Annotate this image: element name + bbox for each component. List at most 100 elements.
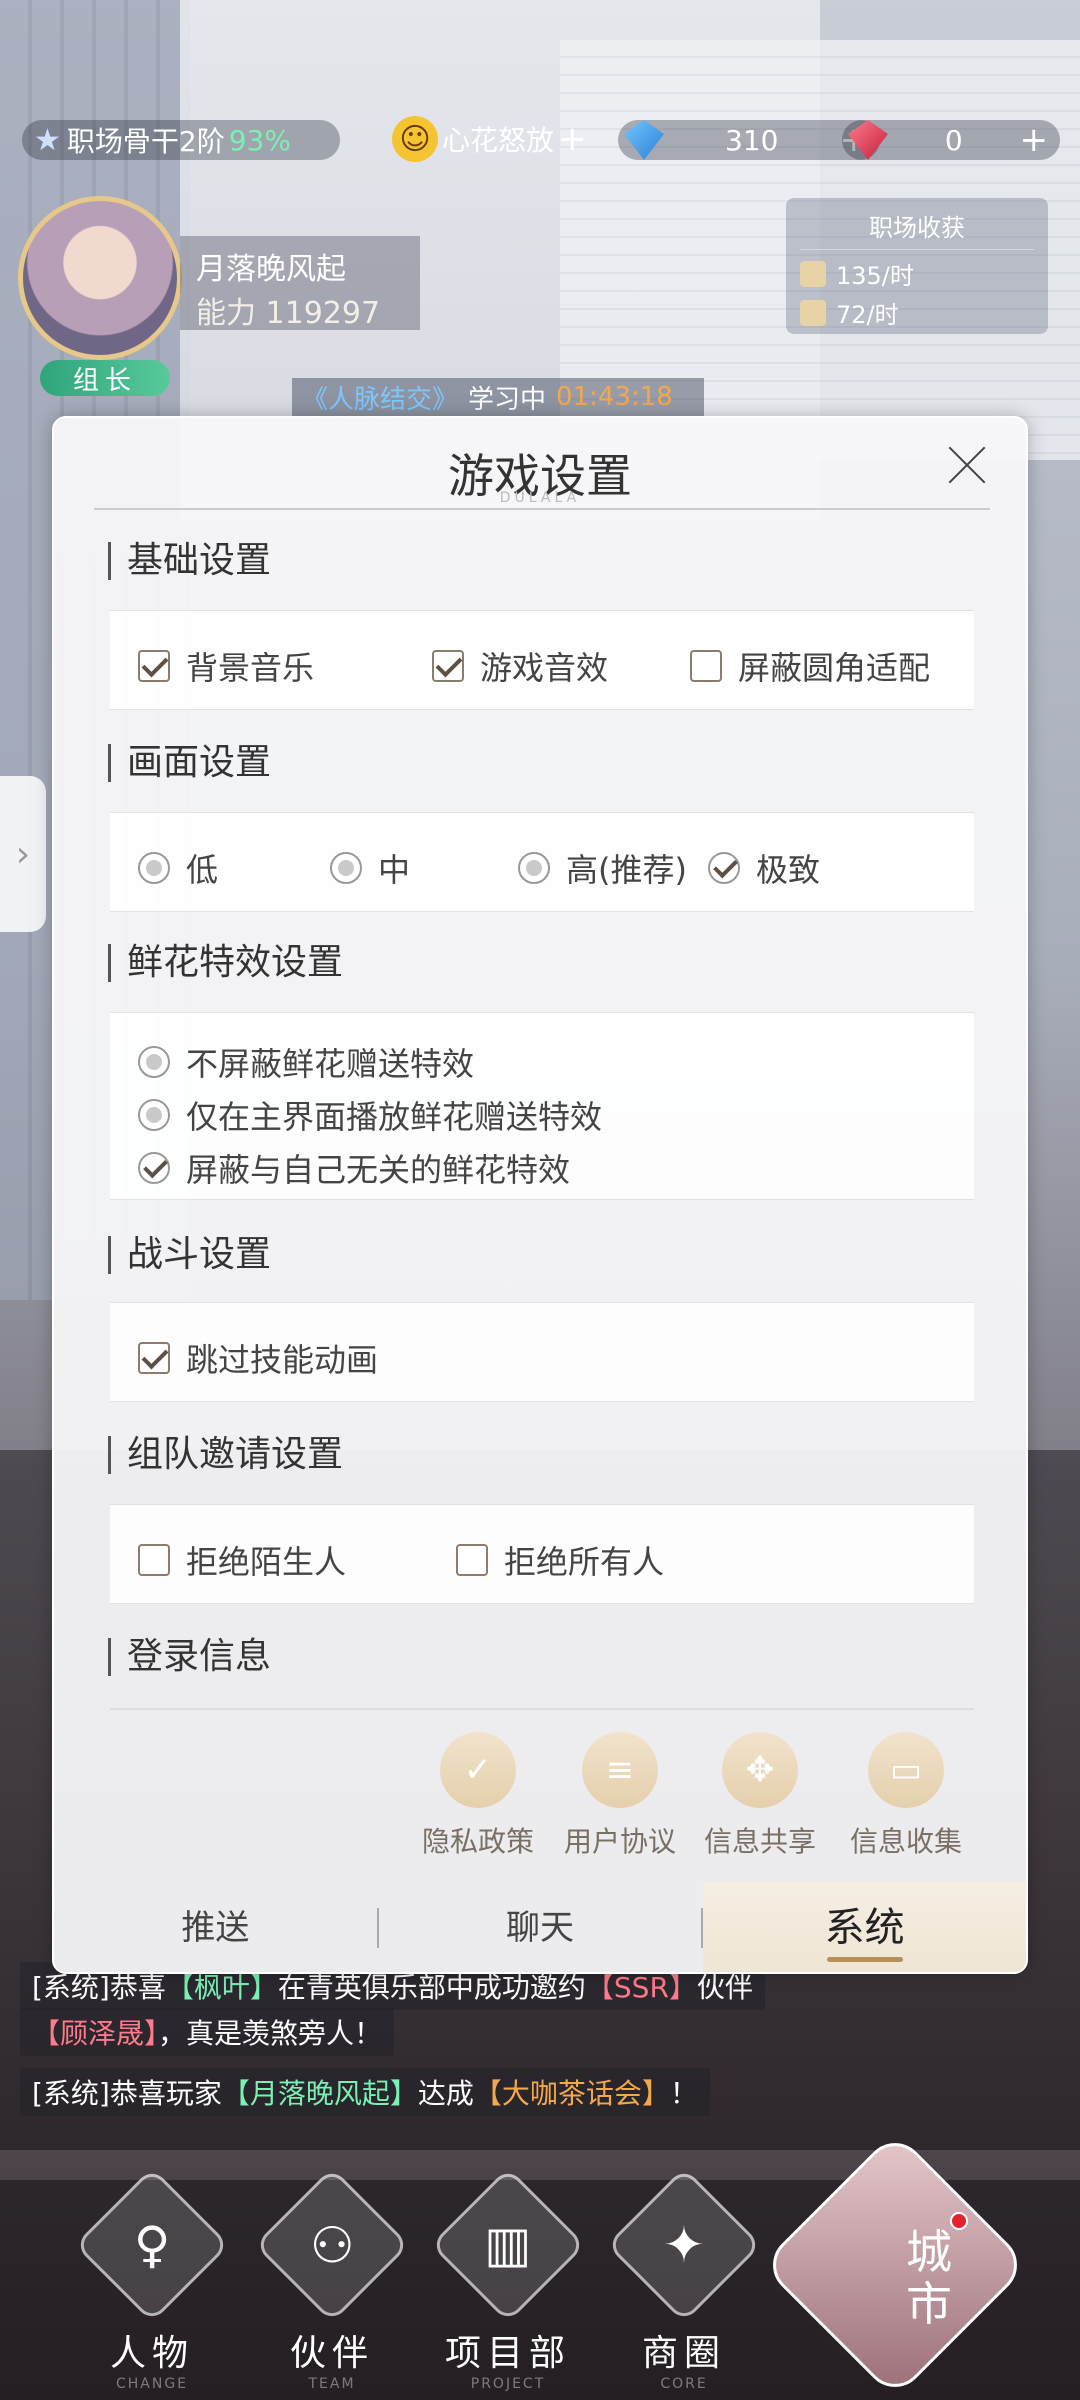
chevron-right-icon: › [15, 833, 31, 875]
harvest-rate-2: 72/时 [836, 301, 899, 329]
privacy-policy-button[interactable]: ✓ 隐私政策 [422, 1732, 534, 1860]
nav-label: 商圈 [641, 2333, 726, 2374]
option-label: 仅在主界面播放鲜花赠送特效 [186, 1098, 603, 1136]
option-bg-music[interactable]: 背景音乐 [138, 643, 314, 689]
dialog-tabs: 推送 聊天 系统 [54, 1882, 1026, 1972]
harvest-title: 职场收获 [800, 208, 1034, 250]
option-round-corner[interactable]: 屏蔽圆角适配 [690, 643, 930, 689]
side-expand-tab[interactable]: › [0, 776, 46, 932]
nav-business[interactable]: ✦ 商圈 CORE [604, 2167, 764, 2392]
resource-icon [800, 299, 826, 326]
chat-partner-name: 【顾泽晟】 [32, 2017, 159, 2050]
radio-icon[interactable] [138, 1099, 170, 1131]
legal-label: 隐私政策 [422, 1825, 535, 1858]
option-flower-block-unrelated[interactable]: 屏蔽与自己无关的鲜花特效 [138, 1145, 570, 1191]
option-label: 跳过技能动画 [186, 1341, 379, 1379]
player-avatar[interactable] [18, 196, 182, 360]
checkbox-checked-icon[interactable] [138, 650, 170, 682]
radio-icon[interactable] [330, 852, 362, 884]
legal-label: 信息共享 [704, 1825, 817, 1858]
option-game-sfx[interactable]: 游戏音效 [432, 643, 608, 689]
person-icon: ♀ [74, 2167, 230, 2323]
option-label: 不屏蔽鲜花赠送特效 [186, 1045, 475, 1083]
player-name: 月落晚风起 [196, 252, 346, 287]
panel-battle: 跳过技能动画 [110, 1302, 974, 1402]
blue-gem-pill[interactable]: 310 + [618, 120, 880, 160]
chat-player-name: 【月落晚风起】 [221, 2077, 418, 2110]
tab-system[interactable]: 系统 [703, 1882, 1026, 1972]
nav-partners[interactable]: ⚇ 伙伴 TEAM [252, 2167, 412, 2392]
section-basic-heading: 基础设置 [108, 542, 271, 580]
nav-label: 项目部 [444, 2333, 571, 2374]
player-power: 能力 119297 [196, 296, 381, 331]
chat-text: ，真是羡煞旁人！ [158, 2017, 383, 2050]
option-label: 拒绝陌生人 [186, 1543, 347, 1581]
user-agreement-button[interactable]: ≡ 用户协议 [564, 1732, 676, 1860]
panel-basic: 背景音乐 游戏音效 屏蔽圆角适配 [110, 610, 974, 710]
option-quality-ultra[interactable]: 极致 [708, 845, 820, 891]
mood-plus-button[interactable]: + [558, 119, 587, 159]
dialog-subtitle: DULALA [499, 490, 581, 506]
red-diamond-icon [848, 120, 888, 160]
learning-timer: 01:43:18 [556, 382, 673, 412]
tab-chat[interactable]: 聊天 [379, 1882, 702, 1972]
document-icon: ≡ [582, 1732, 658, 1808]
share-icon: ✥ [722, 1732, 798, 1808]
info-collect-button[interactable]: ▭ 信息收集 [850, 1732, 962, 1860]
role-badge: 组长 [40, 360, 170, 396]
learning-status: 学习中 [468, 384, 547, 415]
option-reject-all[interactable]: 拒绝所有人 [456, 1537, 664, 1583]
chat-text: 在青英俱乐部中成功邀约 [277, 1971, 586, 2004]
option-label: 屏蔽与自己无关的鲜花特效 [186, 1151, 571, 1189]
checkbox-checked-icon[interactable] [432, 650, 464, 682]
harvest-rate-1: 135/时 [836, 262, 914, 290]
option-label: 高(推荐) [566, 851, 687, 889]
checkbox-checked-icon[interactable] [138, 1342, 170, 1374]
chat-text: ！ [669, 2077, 698, 2110]
radio-checked-icon[interactable] [138, 1152, 170, 1184]
chat-player-name: 【枫叶】 [165, 1971, 278, 2004]
checkbox-icon[interactable] [456, 1544, 488, 1576]
radio-icon[interactable] [138, 852, 170, 884]
option-flower-main-only[interactable]: 仅在主界面播放鲜花赠送特效 [138, 1092, 602, 1138]
chat-rarity: 【SSR】 [585, 1971, 697, 2004]
nav-label: 人物 [109, 2333, 194, 2374]
city-label: 城市 [906, 2225, 952, 2331]
learning-banner[interactable]: 《人脉结交》 学习中 01:43:18 [292, 378, 704, 416]
radio-checked-icon[interactable] [708, 852, 740, 884]
nav-label: 伙伴 [289, 2333, 374, 2374]
option-label: 极致 [756, 851, 821, 889]
close-icon[interactable] [942, 440, 992, 490]
nav-project[interactable]: ▥ 项目部 PROJECT [428, 2167, 588, 2392]
divider [110, 1708, 974, 1710]
rank-pill[interactable]: ★ 职场骨干2阶 93% [22, 120, 340, 160]
radio-icon[interactable] [518, 852, 550, 884]
compass-star-icon: ✦ [606, 2167, 762, 2323]
option-quality-mid[interactable]: 中 [330, 845, 410, 891]
section-flower-heading: 鲜花特效设置 [108, 944, 343, 982]
checkbox-icon[interactable] [138, 1544, 170, 1576]
harvest-panel[interactable]: 职场收获 135/时 72/时 [786, 198, 1048, 334]
info-share-button[interactable]: ✥ 信息共享 [704, 1732, 816, 1860]
nav-character[interactable]: ♀ 人物 CHANGE [72, 2167, 232, 2392]
tab-push[interactable]: 推送 [54, 1882, 377, 1972]
building-icon: ▥ [430, 2167, 586, 2323]
option-reject-strangers[interactable]: 拒绝陌生人 [138, 1537, 346, 1583]
option-quality-high[interactable]: 高(推荐) [518, 845, 687, 891]
option-label: 低 [186, 851, 219, 889]
red-gem-pill[interactable]: 0 + [842, 120, 1060, 160]
option-flower-no-block[interactable]: 不屏蔽鲜花赠送特效 [138, 1039, 474, 1085]
option-quality-low[interactable]: 低 [138, 845, 218, 891]
red-gem-plus-button[interactable]: + [1019, 120, 1048, 160]
settings-dialog: 游戏设置 DULALA 基础设置 背景音乐 游戏音效 屏蔽圆角适配 画面设置 低… [52, 416, 1028, 1974]
radio-icon[interactable] [138, 1046, 170, 1078]
divider [94, 508, 990, 510]
option-label: 背景音乐 [186, 649, 315, 687]
option-label: 屏蔽圆角适配 [738, 649, 931, 687]
option-label: 拒绝所有人 [504, 1543, 665, 1581]
notification-dot [950, 2212, 968, 2230]
section-graphics-heading: 画面设置 [108, 744, 271, 782]
mood-indicator[interactable]: ☺ 心花怒放 + [392, 116, 587, 162]
option-skip-anim[interactable]: 跳过技能动画 [138, 1335, 378, 1381]
checkbox-icon[interactable] [690, 650, 722, 682]
